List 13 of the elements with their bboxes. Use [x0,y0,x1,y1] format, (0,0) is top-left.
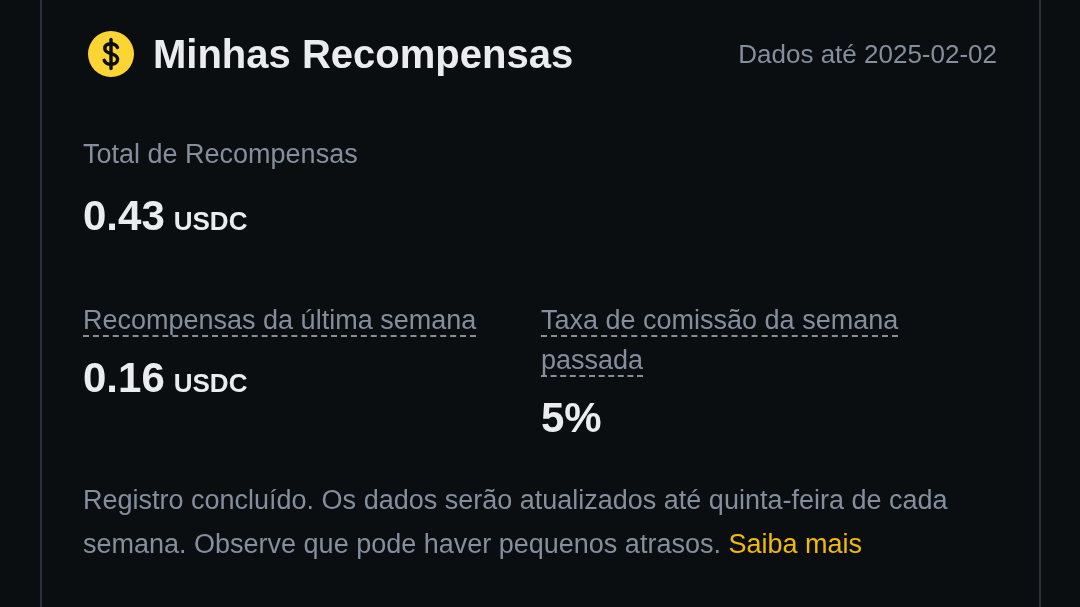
stat-label[interactable]: Recompensas da última semana [83,300,477,340]
stat-label[interactable]: Taxa de comissão da semana passada [541,300,961,380]
card-title: Minhas Recompensas [153,31,574,78]
amount-value: 0.43 [83,192,165,240]
amount-value: 5% [541,394,602,442]
data-date-text: Dados até 2025-02-02 [738,38,997,70]
currency-unit: USDC [173,206,248,237]
currency-unit: USDC [173,368,248,399]
notice-text: Registro concluído. Os dados serão atualizados até quinta-feira de cada semana. Observe que pode haver pequenos atrasos. Saiba mais [83,484,949,561]
learn-more-link[interactable]: Saiba mais [728,529,862,559]
total-label: Total de Recompensas [83,138,359,171]
amount-value: 0.16 [83,354,165,402]
dollar-coin-icon [88,31,134,77]
